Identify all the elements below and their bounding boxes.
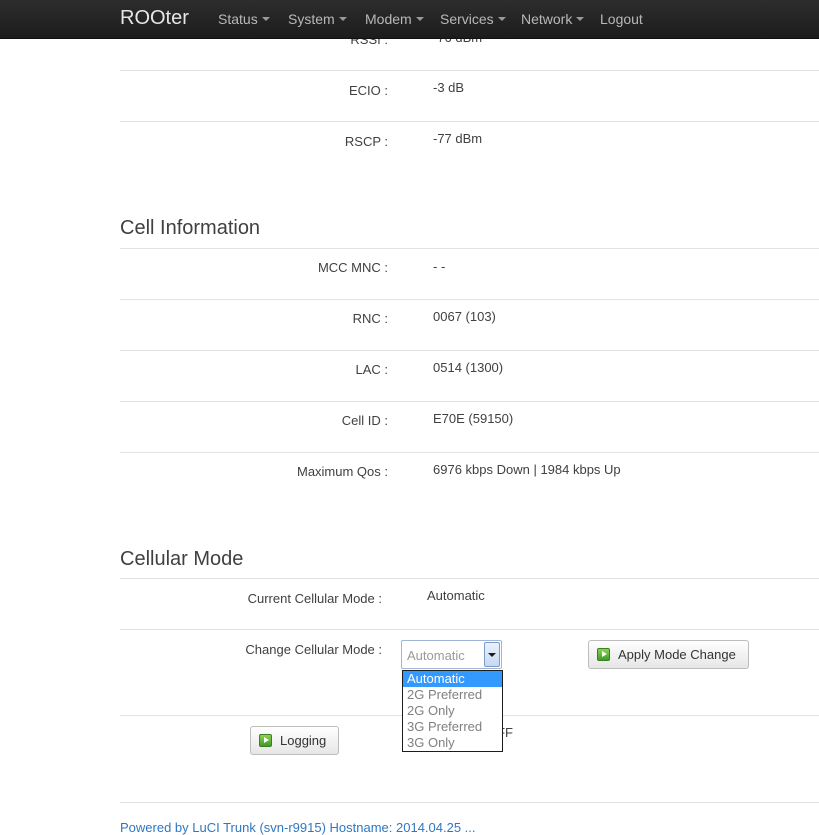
nav-system-label: System [288,11,335,27]
apply-mode-change-button[interactable]: Apply Mode Change [588,640,749,669]
top-navbar: ROOter Status System Modem Services Netw… [0,0,819,39]
change-cellular-mode-label: Change Cellular Mode : [245,642,382,657]
cell-id-label: Cell ID : [341,413,388,428]
mcc-mnc-value: - - [433,259,446,274]
maximum-qos-value: 6976 kbps Down | 1984 kbps Up [433,462,621,477]
lac-label: LAC : [355,362,388,377]
maximum-qos-label: Maximum Qos : [296,464,388,479]
row-divider [120,401,819,402]
nav-system[interactable]: System [288,11,347,27]
caret-down-icon [415,17,424,21]
row-divider [120,248,819,249]
play-icon [259,734,272,747]
cell-id-value: E70E (59150) [433,411,514,426]
nav-services[interactable]: Services [440,11,506,27]
row-divider [120,299,819,300]
current-cellular-mode-label: Current Cellular Mode : [247,591,382,606]
row-divider [120,802,819,803]
option-2g-only[interactable]: 2G Only [403,703,502,719]
nav-logout-label: Logout [600,11,643,27]
nav-network-label: Network [521,11,573,27]
nav-logout[interactable]: Logout [600,11,643,27]
cellular-mode-select-value: Automatic [407,648,465,663]
ecio-label: ECIO : [348,83,388,98]
nav-status[interactable]: Status [218,11,270,27]
ecio-value: -3 dB [433,80,465,95]
caret-down-icon [261,17,270,21]
row-divider [120,629,819,630]
brand-logo[interactable]: ROOter [120,6,189,30]
apply-mode-change-label: Apply Mode Change [618,647,736,662]
footer-text[interactable]: Powered by LuCI Trunk (svn-r9915) Hostna… [120,820,476,835]
caret-down-icon [497,17,506,21]
row-divider [120,121,819,122]
nav-services-label: Services [440,11,494,27]
cellular-mode-select[interactable]: Automatic [401,640,502,669]
nav-modem-label: Modem [365,11,412,27]
lac-value: 0514 (1300) [433,360,504,375]
option-3g-only[interactable]: 3G Only [403,735,502,751]
option-automatic[interactable]: Automatic [403,671,502,687]
rscp-value: -77 dBm [433,131,483,146]
play-icon [597,648,610,661]
cell-information-title: Cell Information [120,217,261,239]
rnc-label: RNC : [352,311,388,326]
row-divider [120,578,819,579]
cellular-mode-dropdown[interactable]: Automatic 2G Preferred 2G Only 3G Prefer… [402,670,503,752]
current-cellular-mode-value: Automatic [427,588,485,603]
nav-modem[interactable]: Modem [365,11,424,27]
cellular-mode-title: Cellular Mode [120,548,244,570]
nav-network[interactable]: Network [521,11,585,27]
logging-button-label: Logging [280,733,327,748]
option-2g-preferred[interactable]: 2G Preferred [403,687,502,703]
mcc-mnc-label: MCC MNC : [317,260,388,275]
dropdown-arrow-icon[interactable] [484,642,500,667]
row-divider [120,70,819,71]
nav-status-label: Status [218,11,258,27]
caret-down-icon [338,17,347,21]
row-divider [120,350,819,351]
caret-down-icon [576,17,585,21]
logging-button[interactable]: Logging [250,726,339,755]
row-divider [120,452,819,453]
option-3g-preferred[interactable]: 3G Preferred [403,719,502,735]
rscp-label: RSCP : [344,134,388,149]
rnc-value: 0067 (103) [433,309,496,324]
